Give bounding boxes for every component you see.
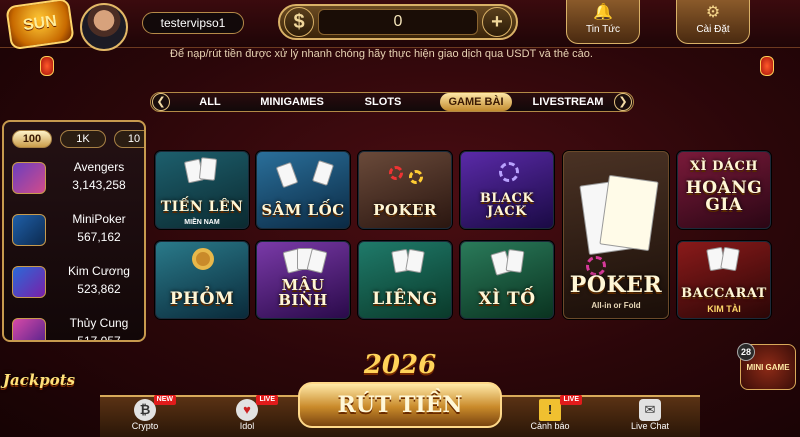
jackpot-item-value: 517,057 (77, 334, 121, 342)
notice-marquee: Để nạp/rút tiền được xử lý nhanh chóng h… (170, 48, 593, 60)
game-title: BLACK JACK (479, 191, 535, 219)
warning-button[interactable]: ! Cảnh báo LIVE (522, 395, 582, 437)
game-title: MẬU BINH (278, 276, 328, 309)
live-chat-label: Live Chat (630, 421, 670, 431)
tien-len-art (156, 152, 248, 228)
lantern-decoration (760, 56, 774, 76)
game-tile-xi-dach[interactable]: XÌ DÁCH HOÀNG GIA (677, 151, 771, 229)
bell-icon: 🔔 (593, 4, 613, 21)
avatar[interactable] (80, 3, 128, 51)
event-year-banner: 2026 (363, 350, 437, 380)
game-tile-xi-to[interactable]: XÌ TỐ (460, 241, 554, 319)
heart-icon: ♥ (236, 399, 258, 421)
minigame-count-badge: 28 (737, 343, 755, 361)
balance-value: 0 (318, 9, 478, 35)
username-label[interactable]: testervipso1 (142, 12, 244, 34)
tab-livestream[interactable]: LIVESTREAM (530, 93, 606, 111)
live-badge: LIVE (560, 395, 582, 405)
idol-button[interactable]: ♥ Idol LIVE (220, 395, 278, 437)
game-title: POKER (373, 201, 437, 219)
live-chat-button[interactable]: ✉ Live Chat (622, 397, 678, 437)
add-funds-button[interactable]: + (482, 7, 512, 37)
game-tile-tien-len[interactable]: TIẾN LÊN MIỀN NAM (155, 151, 249, 229)
game-tile-poker[interactable]: POKER (358, 151, 452, 229)
game-title: XÌ DÁCH (689, 159, 759, 174)
jackpot-item-name: Kim Cương (68, 264, 130, 278)
gear-icon: ⚙ (705, 4, 721, 21)
game-title: TIẾN LÊN (160, 199, 244, 215)
game-tile-baccarat[interactable]: BACCARAT KIM TÀI (677, 241, 771, 319)
chat-icon: ✉ (639, 399, 661, 421)
game-title: POKER (569, 272, 663, 298)
brand-logo-text: SUN (22, 12, 58, 35)
minigame-label: MINI GAME (746, 363, 790, 372)
jackpot-bet-10k[interactable]: 10 (114, 130, 144, 148)
dollar-icon: $ (284, 7, 314, 37)
crypto-label: Crypto (131, 421, 159, 431)
kim-cuong-thumbnail[interactable] (12, 266, 46, 298)
game-tile-sam-loc[interactable]: SÂM LỐC (256, 151, 350, 229)
crypto-button[interactable]: ₿ Crypto NEW (118, 395, 176, 437)
live-badge: LIVE (256, 395, 278, 405)
bitcoin-icon: ₿ (134, 399, 156, 421)
game-tile-phom[interactable]: PHỎM (155, 241, 249, 319)
new-badge: NEW (153, 395, 176, 405)
tab-all[interactable]: ALL (192, 93, 228, 111)
warning-label: Cảnh báo (530, 421, 570, 431)
jackpot-bet-1k[interactable]: 1K (60, 130, 106, 148)
game-subtitle: KIM TÀI (707, 304, 741, 314)
game-subtitle: MIỀN NAM (184, 219, 220, 226)
game-title: PHỎM (169, 289, 235, 309)
jackpot-panel: 100 1K 10 Avengers 3,143,258 MiniPoker 5… (2, 120, 146, 342)
jackpot-item-value: 567,162 (77, 230, 121, 244)
game-subtitle: All-in or Fold (591, 301, 641, 310)
lantern-decoration (40, 56, 54, 76)
tab-slots[interactable]: SLOTS (358, 93, 408, 111)
jackpot-item-value: 3,143,258 (72, 178, 126, 192)
jackpot-bet-100[interactable]: 100 (12, 130, 52, 148)
settings-button[interactable]: ⚙ Cài Đặt (676, 0, 750, 44)
game-subtitle: HOÀNG GIA (685, 178, 763, 215)
game-title: LIÊNG (372, 289, 438, 309)
warning-icon: ! (539, 399, 561, 421)
game-title: XÌ TỐ (478, 289, 536, 309)
jackpot-item-name: Avengers (73, 160, 125, 174)
jackpot-item-name: MiniPoker (72, 212, 126, 226)
category-prev-button[interactable]: ❮ (152, 93, 170, 111)
idol-label: Idol (239, 421, 255, 431)
news-button[interactable]: 🔔 Tin Tức (566, 0, 640, 44)
jackpots-logo[interactable]: Jackpots (2, 360, 76, 400)
game-tile-lieng[interactable]: LIÊNG (358, 241, 452, 319)
jackpot-item-value: 523,862 (77, 282, 121, 296)
minipoker-thumbnail[interactable] (12, 214, 46, 246)
minigame-button[interactable]: 28 MINI GAME (737, 343, 796, 390)
withdraw-button[interactable]: RÚT TIỀN (298, 382, 502, 428)
thuy-cung-thumbnail[interactable] (12, 318, 46, 340)
tab-minigames[interactable]: MINIGAMES (254, 93, 330, 111)
category-next-button[interactable]: ❯ (614, 93, 632, 111)
tab-game-bai[interactable]: GAME BÀI (440, 93, 512, 111)
game-tile-black-jack[interactable]: BLACK JACK (460, 151, 554, 229)
settings-label: Cài Đặt (696, 24, 730, 35)
game-tile-poker-all-in[interactable]: POKER All-in or Fold (563, 151, 669, 319)
jackpot-item-name: Thủy Cung (69, 316, 129, 330)
brand-logo[interactable]: SUN (5, 0, 75, 51)
game-title: SÂM LỐC (261, 201, 345, 219)
game-title: BACCARAT (681, 286, 767, 301)
game-tile-mau-binh[interactable]: MẬU BINH (256, 241, 350, 319)
avengers-thumbnail[interactable] (12, 162, 46, 194)
news-label: Tin Tức (586, 24, 620, 35)
